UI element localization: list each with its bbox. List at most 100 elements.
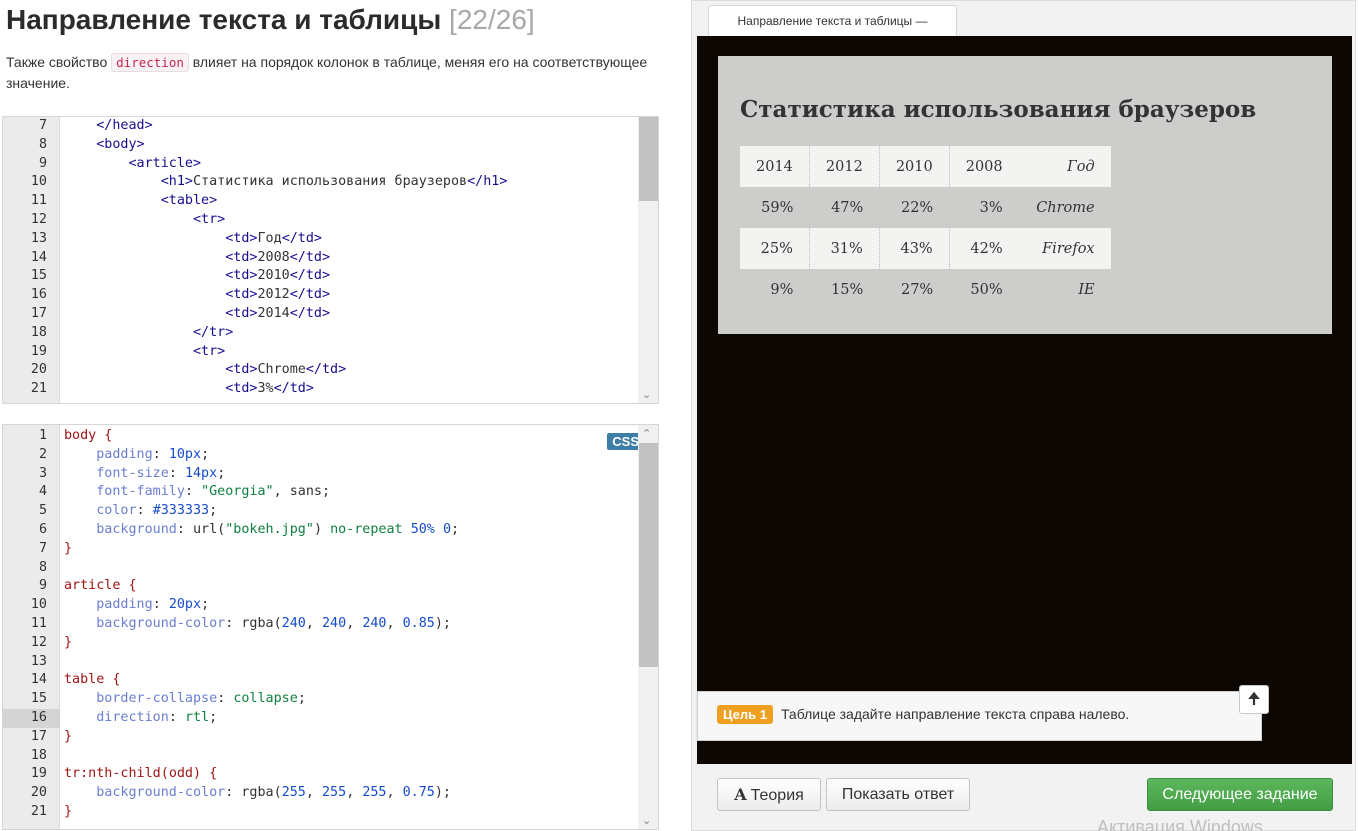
collapse-goals-button[interactable]: 🠉 — [1239, 685, 1269, 714]
line-number: 13 — [30, 653, 47, 669]
line-number: 8 — [38, 559, 47, 575]
code-line: 16 <td>2012</td> — [3, 286, 638, 305]
code-token: <tr> — [193, 211, 226, 227]
line-number: 18 — [30, 324, 47, 340]
line-number: 15 — [30, 691, 47, 707]
code-token: <article> — [64, 155, 202, 174]
table-cell: 42% — [948, 228, 1019, 269]
line-number: 18 — [30, 747, 47, 763]
code-line: 3 font-size: 14px; — [3, 465, 638, 484]
code-token: </head> — [96, 118, 153, 133]
table-row: Chrome 3% 22% 47% 59% — [740, 187, 1111, 228]
table-cell: 50% — [970, 281, 1003, 298]
arrow-up-icon: 🠉 — [1247, 691, 1261, 708]
theory-button[interactable]: A Теория — [717, 778, 821, 811]
code-line: 4 font-family: "Georgia", sans; — [3, 483, 638, 502]
line-number: 19 — [30, 343, 47, 359]
code-line: 12} — [3, 634, 638, 653]
code-token: border-collapse — [96, 691, 218, 707]
code-token: <body> — [64, 136, 145, 155]
preview-heading: Статистика использования браузеров — [740, 96, 1257, 123]
code-token: table { — [64, 672, 121, 688]
css-editor-scrollbar[interactable]: ⌃ ⌄ — [638, 425, 658, 829]
code-token: Chrome — [257, 362, 306, 378]
next-task-button[interactable]: Следующее задание — [1147, 778, 1333, 811]
line-number: 9 — [38, 578, 47, 594]
code-token: <body> — [96, 136, 145, 152]
table-row: Год 2008 2010 2012 2014 — [740, 146, 1111, 187]
code-line: 7 </head> — [3, 117, 638, 136]
line-number: 7 — [38, 540, 47, 556]
code-line: 21} — [3, 803, 638, 822]
code-token: Статистика использования браузеров — [193, 174, 468, 190]
css-editor[interactable]: 1 body { 2 padding: 10px; 3 font-size: 14… — [2, 424, 659, 830]
code-token: 3% — [257, 381, 274, 397]
code-line: 12 <tr> — [3, 211, 638, 230]
code-token: <td>Chrome</td> — [64, 361, 346, 380]
code-token: font-size: 14px; — [96, 465, 226, 481]
code-token: <td>2012</td> — [64, 286, 330, 305]
code-token: ) { — [193, 766, 218, 782]
table-cell: Chrome — [1036, 199, 1095, 216]
html-editor-scrollbar[interactable]: ⌄ — [638, 117, 658, 403]
code-line: 15 border-collapse: collapse; — [3, 690, 638, 709]
html-editor[interactable]: 7 </head> 8 <body> 9 <article> 10 <h1>Ст… — [2, 116, 659, 404]
code-lines[interactable]: 1 body { 2 padding: 10px; 3 font-size: 14… — [3, 427, 638, 822]
code-lines[interactable]: 7 </head> 8 <body> 9 <article> 10 <h1>Ст… — [3, 117, 638, 399]
table-cell: 25% — [740, 228, 810, 269]
code-token: } — [64, 803, 73, 819]
table-cell: 59% — [761, 199, 794, 216]
tab-preview[interactable]: Направление текста и таблицы — — [708, 5, 957, 36]
code-token: 255 — [322, 785, 347, 801]
code-token: #333333 — [152, 503, 210, 519]
scroll-up-icon[interactable]: ⌃ — [642, 427, 651, 440]
line-number: 20 — [30, 785, 47, 801]
code-line: 10 padding: 20px; — [3, 596, 638, 615]
code-token: <tr> — [64, 343, 225, 362]
code-line: 14 table { — [3, 671, 638, 690]
code-token: 240 — [281, 615, 306, 631]
line-number: 11 — [30, 193, 47, 209]
line-number: 13 — [30, 230, 47, 246]
code-token: "bokeh.jpg" — [225, 521, 314, 537]
line-number: 2 — [38, 446, 47, 462]
code-token: </td> — [289, 249, 331, 265]
line-number: 21 — [30, 381, 47, 397]
preview-article: Статистика использования браузеров Год 2… — [718, 56, 1332, 334]
table-cell: 31% — [808, 228, 880, 269]
code-token: direction — [96, 709, 169, 725]
code-token: <td> — [225, 230, 258, 246]
code-token: direction: rtl; — [96, 709, 218, 725]
code-token: background-color — [96, 785, 226, 801]
code-token: <td>3%</td> — [64, 380, 314, 399]
code-token: padding: 10px; — [96, 446, 210, 462]
code-line: 20 background-color: rgba(255, 255, 255,… — [3, 784, 638, 803]
intro-text-before: Также свойство — [6, 54, 112, 70]
code-line-active: 16 direction: rtl; — [3, 708, 638, 728]
code-line: 20 <td>Chrome</td> — [3, 361, 638, 380]
scrollbar-thumb[interactable] — [639, 443, 658, 667]
code-token: <td>2008</td> — [64, 249, 330, 268]
code-token: </h1> — [467, 174, 508, 190]
table-cell: 47% — [831, 199, 864, 216]
code-line: 14 <td>2008</td> — [3, 249, 638, 268]
table-cell: Год — [1018, 146, 1111, 187]
code-token: "Georgia" — [201, 484, 274, 500]
line-number: 9 — [38, 155, 47, 171]
scroll-down-icon[interactable]: ⌄ — [642, 814, 651, 827]
code-line: 21 <td>3%</td> — [3, 380, 638, 399]
code-token: </td> — [289, 268, 331, 284]
code-token: } — [64, 634, 73, 650]
code-token: } — [64, 803, 72, 822]
code-token: </td> — [281, 230, 322, 246]
code-token: background-color: rgba(240, 240, 240, 0.… — [96, 615, 451, 631]
code-token: color: #333333; — [96, 503, 218, 519]
code-token: 255 — [281, 785, 306, 801]
show-answer-button[interactable]: Показать ответ — [826, 778, 970, 811]
scroll-down-icon[interactable]: ⌄ — [642, 388, 651, 401]
code-token: 0.85 — [402, 615, 435, 631]
code-line: 9 article { — [3, 577, 638, 596]
code-token: <td>2010</td> — [64, 267, 330, 286]
line-number: 21 — [30, 803, 47, 819]
scrollbar-thumb[interactable] — [639, 117, 658, 201]
